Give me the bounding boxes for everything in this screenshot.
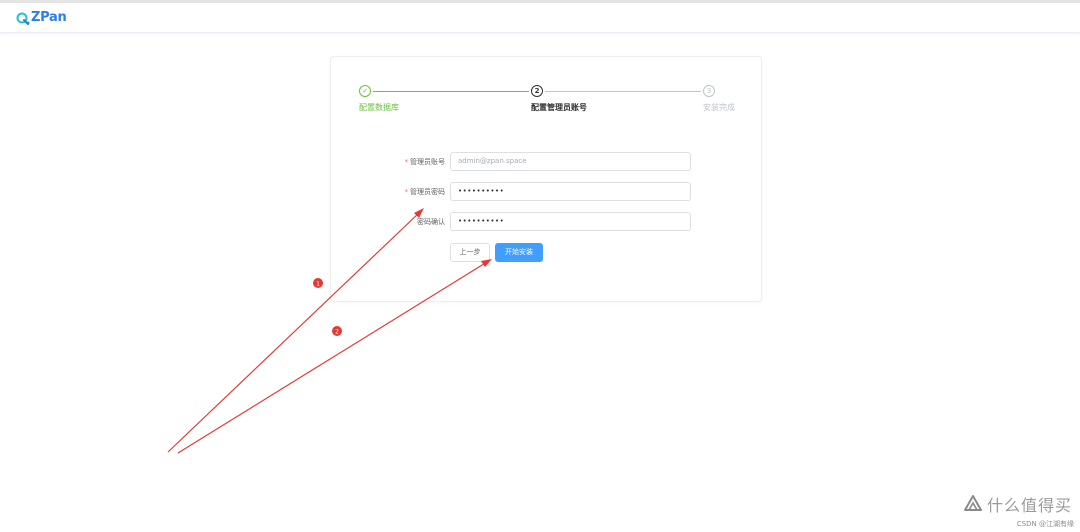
password-label: * 管理员密码 [404,188,446,196]
confirm-label: 密码确认 [417,218,445,226]
step-2-line [545,91,701,92]
step-1-line [373,91,529,92]
smzdm-logo-icon [963,495,982,511]
step-2-number-icon: 2 [531,85,543,97]
app-header: ZPan [0,3,1080,33]
step-3-title: 安装完成 [703,103,735,112]
svg-text:1: 1 [316,281,320,288]
logo[interactable]: ZPan [16,10,67,25]
logo-icon [16,11,30,25]
start-install-button[interactable]: 开始安装 [495,243,543,262]
account-label: * 管理员账号 [404,158,446,166]
step-1-check-icon: ✓ [359,85,371,97]
step-2-title: 配置管理员账号 [531,103,587,112]
password-input[interactable]: •••••••••• [450,182,691,201]
install-card [330,56,762,302]
logo-text: ZPan [31,10,67,25]
annotation-marker-2: 2 [332,326,342,336]
page: ZPan ✓ 配置数据库 2 配置管理员账号 3 安装完成 * 管理员账号 adm… [0,0,1080,532]
site-watermark: 什么值得买 [963,492,1072,516]
svg-text:2: 2 [335,329,339,336]
confirm-password-input[interactable]: •••••••••• [450,212,691,231]
step-3-number-icon: 3 [703,85,715,97]
annotation-marker-1: 1 [313,278,323,288]
watermark-text: 什么值得买 [986,496,1072,515]
step-1-title: 配置数据库 [359,103,399,112]
account-input[interactable]: admin@zpan.space [450,152,691,171]
prev-step-button[interactable]: 上一步 [450,243,490,262]
csdn-watermark: CSDN @江湖有缘 [1016,520,1074,528]
